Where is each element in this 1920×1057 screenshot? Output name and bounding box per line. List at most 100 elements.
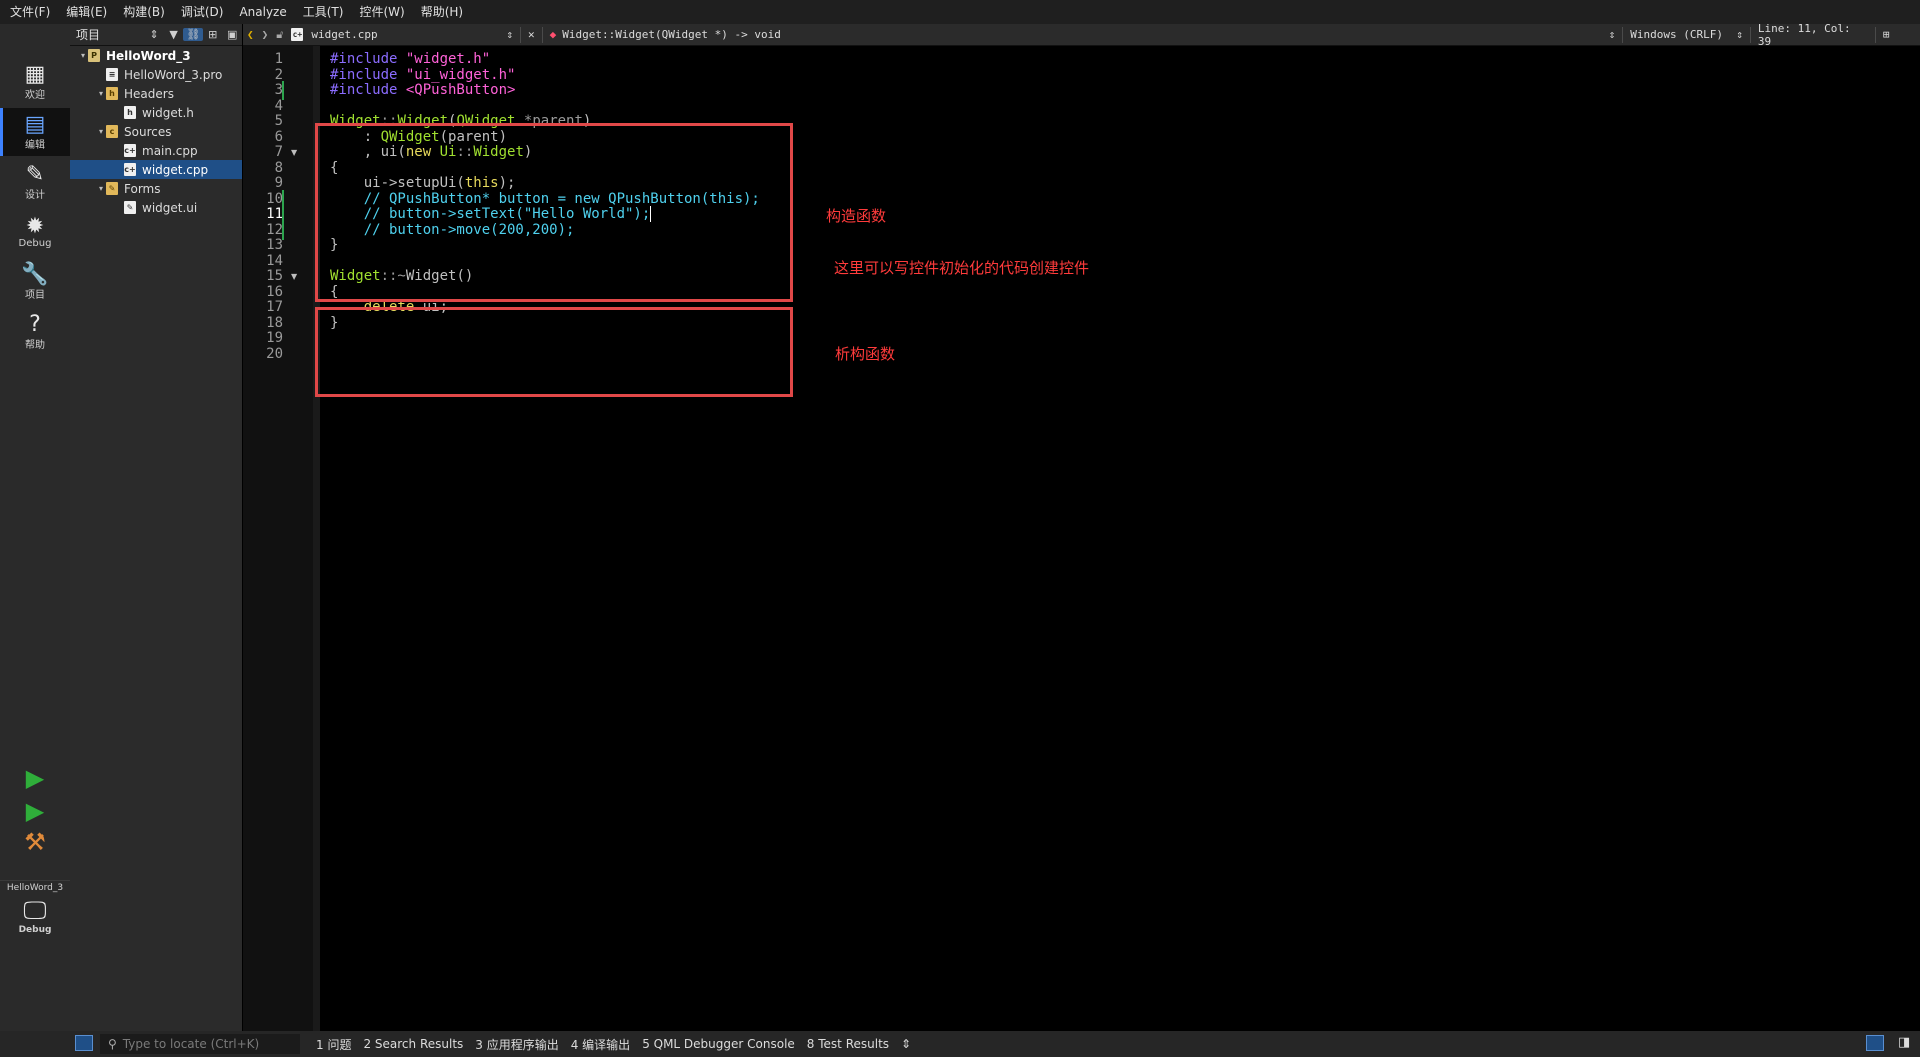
tree-item-label: widget.h bbox=[142, 105, 194, 120]
mode-4[interactable]: 🔧 项目 bbox=[0, 258, 70, 306]
kit-selector[interactable]: HelloWord_3 🖵 Debug bbox=[0, 880, 70, 948]
project-pane-toolbar: 项目 ⇕ ▼ ⛓ ⊞ ▣ bbox=[70, 24, 242, 46]
tree-item[interactable]: c+ main.cpp bbox=[70, 141, 242, 160]
menu-item-5[interactable]: 工具(T) bbox=[297, 0, 350, 24]
file-icon: h bbox=[124, 106, 136, 119]
line-ending-selector[interactable]: Windows (CRLF) bbox=[1626, 24, 1732, 46]
forward-arrow-icon[interactable]: ❯ bbox=[258, 24, 273, 46]
function-selector[interactable]: ◆ Widget::Widget(QWidget *) -> void bbox=[546, 24, 1605, 46]
code-token: <QPushButton> bbox=[405, 82, 516, 98]
menu-bar: 文件(F) 编辑(E) 构建(B) 调试(D) Analyze 工具(T) 控件(W) 帮助(… bbox=[0, 0, 1920, 24]
file-icon: ≡ bbox=[106, 68, 118, 81]
output-pane-tab[interactable]: 8 Test Results bbox=[801, 1037, 895, 1051]
tree-item[interactable]: ▾ c Sources bbox=[70, 122, 242, 141]
cursor-position[interactable]: Line: 11, Col: 39 bbox=[1754, 22, 1872, 48]
mode-3[interactable]: ✹ Debug bbox=[0, 208, 70, 256]
editor-toolbar: ❮ ❯ 🔓︎ c+ widget.cpp ⇕ ✕ ◆ Widget::Widget… bbox=[243, 22, 1920, 48]
locator-input[interactable]: ⚲ Type to locate (Ctrl+K) bbox=[100, 1034, 300, 1054]
line-ending-label: Windows (CRLF) bbox=[1630, 28, 1723, 41]
menu-item-4[interactable]: Analyze bbox=[233, 0, 292, 24]
monitor-icon: 🖵 bbox=[23, 896, 47, 924]
tree-item-label: HelloWord_3.pro bbox=[124, 67, 223, 82]
debug-run-button[interactable]: ▶ bbox=[22, 797, 48, 825]
tree-item[interactable]: ≡ HelloWord_3.pro bbox=[70, 65, 242, 84]
constructor-highlight-box bbox=[315, 123, 793, 302]
mode-icon-1: ▤ bbox=[24, 111, 46, 137]
file-icon: c+ bbox=[124, 163, 136, 176]
tree-item[interactable]: ▾ P HelloWord_3 bbox=[70, 46, 242, 65]
mode-label-2: 设计 bbox=[25, 189, 45, 201]
tree-item[interactable]: ✎ widget.ui bbox=[70, 198, 242, 217]
output-pane-tab[interactable]: 5 QML Debugger Console bbox=[636, 1037, 801, 1051]
file-dropdown-icon[interactable]: ⇕ bbox=[502, 24, 517, 46]
output-pane-tab[interactable]: 3 应用程序输出 bbox=[469, 1036, 564, 1053]
tree-item-label: widget.ui bbox=[142, 200, 198, 215]
file-type-icon: c+ bbox=[291, 28, 304, 41]
output-panes: 1 问题 2 Search Results 3 应用程序输出 4 编译输出 5 QML … bbox=[310, 1031, 917, 1057]
tree-item[interactable]: h widget.h bbox=[70, 103, 242, 122]
menu-item-1[interactable]: 编辑(E) bbox=[60, 0, 113, 24]
link-icon[interactable]: ⛓ bbox=[183, 28, 203, 41]
code-token: #include bbox=[330, 82, 406, 98]
tree-item[interactable]: ▾ h Headers bbox=[70, 84, 242, 103]
mode-sidebar: HelloWord_3 🖵 Debug ▶ ▶ ⚒ ▦ 欢迎 ▤ 编辑 ✎ 设计 ✹ Debu… bbox=[0, 24, 70, 1057]
tree-arrow-icon[interactable]: ▾ bbox=[78, 51, 88, 60]
mode-0[interactable]: ▦ 欢迎 bbox=[0, 58, 70, 106]
back-arrow-icon[interactable]: ❮ bbox=[243, 24, 258, 46]
project-tree: ▾ P HelloWord_3 ≡ HelloWord_3.pro ▾ h Headers h w… bbox=[70, 46, 242, 1031]
menu-item-7[interactable]: 帮助(H) bbox=[415, 0, 469, 24]
tree-item[interactable]: c+ widget.cpp bbox=[70, 160, 242, 179]
lock-icon[interactable]: 🔓︎ bbox=[272, 24, 287, 46]
line-number: 20 bbox=[266, 345, 283, 362]
menu-item-2[interactable]: 构建(B) bbox=[117, 0, 171, 24]
fold-arrow-icon[interactable]: ▼ bbox=[291, 267, 301, 286]
project-view-selector[interactable]: 项目 bbox=[70, 26, 144, 43]
build-button[interactable]: ⚒ bbox=[22, 828, 48, 856]
menu-item-6[interactable]: 控件(W) bbox=[353, 0, 410, 24]
open-file-selector[interactable]: widget.cpp bbox=[307, 24, 502, 46]
mode-1[interactable]: ▤ 编辑 bbox=[0, 108, 70, 156]
output-pane-tab[interactable]: 4 编译输出 bbox=[565, 1036, 636, 1053]
filter-icon[interactable]: ▼ bbox=[164, 28, 184, 41]
right-sidebar-icon[interactable]: ◨ bbox=[1898, 1035, 1910, 1050]
mode-icon-2: ✎ bbox=[25, 161, 45, 187]
mode-icon-5: ? bbox=[29, 311, 41, 337]
pane-dropdown-icon[interactable]: ⇕ bbox=[895, 1037, 917, 1051]
output-pane-tab[interactable]: 1 问题 bbox=[310, 1036, 357, 1053]
close-file-icon[interactable]: ✕ bbox=[524, 24, 539, 46]
tree-item-label: main.cpp bbox=[142, 143, 198, 158]
function-signature: Widget::Widget(QWidget *) -> void bbox=[562, 28, 781, 41]
split-editor-icon[interactable]: ⊞ bbox=[1879, 24, 1894, 46]
tree-arrow-icon[interactable]: ▾ bbox=[96, 184, 106, 193]
tree-item-label: widget.cpp bbox=[142, 162, 209, 177]
kit-project-name: HelloWord_3 bbox=[6, 883, 64, 893]
folder-icon: h bbox=[106, 87, 118, 100]
close-sidebar-icon[interactable]: ▣ bbox=[222, 28, 242, 41]
mode-2[interactable]: ✎ 设计 bbox=[0, 158, 70, 206]
up-down-arrows-icon[interactable]: ⇕ bbox=[144, 28, 164, 41]
mode-5[interactable]: ? 帮助 bbox=[0, 308, 70, 356]
code-line: #include <QPushButton> bbox=[330, 81, 515, 100]
file-icon: ✎ bbox=[124, 201, 136, 214]
split-icon[interactable]: ⊞ bbox=[203, 28, 223, 41]
tree-arrow-icon[interactable]: ▾ bbox=[96, 127, 106, 136]
tree-item[interactable]: ▾ ✎ Forms bbox=[70, 179, 242, 198]
output-pane-tab[interactable]: 2 Search Results bbox=[357, 1037, 469, 1051]
tree-item-label: HelloWord_3 bbox=[106, 48, 191, 63]
line-ending-dropdown-icon[interactable]: ⇕ bbox=[1732, 24, 1747, 46]
mode-label-3: Debug bbox=[18, 237, 52, 249]
output-toggle-icon[interactable] bbox=[1866, 1035, 1884, 1051]
tree-arrow-icon[interactable]: ▾ bbox=[96, 89, 106, 98]
mode-icon-0: ▦ bbox=[24, 61, 46, 87]
mode-label-0: 欢迎 bbox=[25, 89, 45, 101]
fold-arrow-icon[interactable]: ▼ bbox=[291, 143, 301, 162]
mode-icon-3: ✹ bbox=[25, 213, 45, 239]
menu-item-0[interactable]: 文件(F) bbox=[4, 0, 56, 24]
toggle-sidebar-icon[interactable] bbox=[75, 1035, 93, 1051]
function-dropdown-icon[interactable]: ⇕ bbox=[1605, 24, 1620, 46]
menu-item-3[interactable]: 调试(D) bbox=[175, 0, 230, 24]
run-button[interactable]: ▶ bbox=[22, 764, 48, 792]
mode-label-4: 项目 bbox=[25, 289, 45, 301]
destructor-highlight-box bbox=[315, 307, 793, 397]
kit-config-label: Debug bbox=[18, 925, 52, 935]
